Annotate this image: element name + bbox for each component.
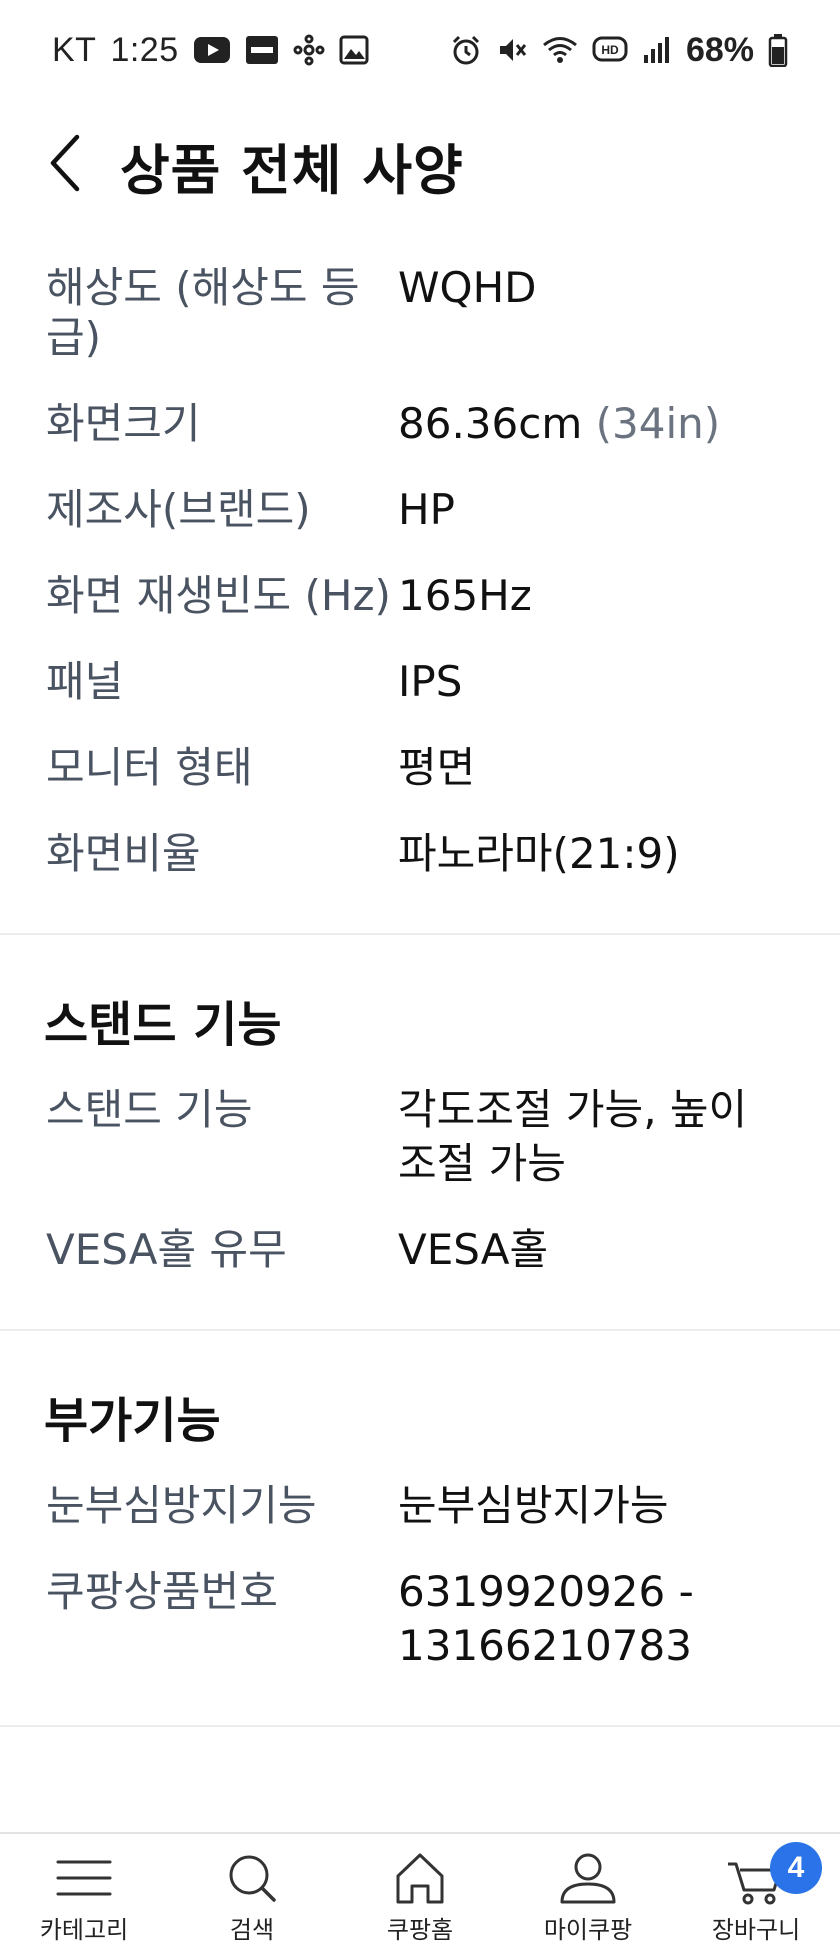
mute-icon: [496, 34, 528, 66]
spec-label: 눈부심방지기능: [46, 1481, 317, 1530]
spec-list[interactable]: 해상도 (해상도 등급) WQHD 화면크기 86.36cm (34in) 제조…: [0, 225, 840, 1727]
bottom-nav: 카테고리 검색 쿠팡홈 마이쿠팡 장바구니 4: [0, 1832, 840, 1960]
spec-value: 눈부심방지가능: [398, 1463, 794, 1549]
clock: 1:25: [110, 30, 179, 69]
wifi-icon: [542, 35, 578, 65]
nav-label: 카테고리: [39, 1915, 129, 1944]
spec-value: 평면: [398, 725, 794, 811]
spec-value: 165Hz: [398, 553, 794, 639]
spec-row: 모니터 형태 평면: [0, 725, 840, 811]
network-hub-icon: [293, 34, 325, 66]
spec-value: WQHD: [398, 245, 794, 381]
spec-value: 파노라마(21:9): [398, 811, 794, 897]
chevron-left-icon: [45, 133, 85, 197]
spec-row: 해상도 (해상도 등급) WQHD: [0, 245, 840, 381]
back-button[interactable]: [20, 110, 110, 220]
spec-row: 스탠드 기능 각도조절 가능, 높이 조절 가능: [0, 1067, 840, 1207]
cart-count-badge: 4: [770, 1841, 822, 1894]
section-title: 부가기능: [44, 1393, 221, 1449]
spec-label: 화면비율: [46, 829, 201, 878]
status-bar-right: HD 68%: [450, 31, 788, 70]
spec-section-general: 해상도 (해상도 등급) WQHD 화면크기 86.36cm (34in) 제조…: [0, 225, 840, 935]
spec-label: 패널: [46, 657, 124, 706]
spec-value-text: 86.36cm: [398, 399, 583, 448]
battery-percent: 68%: [685, 30, 754, 69]
spec-value: HP: [398, 467, 794, 553]
gallery-icon: [339, 35, 369, 65]
status-bar-left: KT 1:25: [52, 31, 369, 70]
nav-label: 쿠팡홈: [386, 1915, 454, 1944]
spec-label: 제조사(브랜드): [46, 485, 311, 534]
nav-item-search[interactable]: 검색: [168, 1850, 336, 1945]
spec-row: 화면 재생빈도 (Hz) 165Hz: [0, 553, 840, 639]
spec-row: 화면비율 파노라마(21:9): [0, 811, 840, 897]
spec-row: VESA홀 유무 VESA홀: [0, 1207, 840, 1293]
nav-label: 검색: [229, 1915, 275, 1944]
carrier-label: KT: [52, 30, 97, 69]
search-icon: [220, 1850, 284, 1906]
svg-text:HD: HD: [601, 43, 619, 57]
spec-row: 패널 IPS: [0, 639, 840, 725]
spec-row: 눈부심방지기능 눈부심방지가능: [0, 1463, 840, 1549]
menu-icon: [52, 1850, 116, 1906]
app-header: 상품 전체 사양: [0, 110, 840, 220]
spec-value-text: 각도조절 가능, 높이 조절 가능: [398, 1085, 748, 1188]
hd-voice-icon: HD: [592, 35, 628, 65]
alarm-icon: [450, 34, 482, 66]
nav-item-cart[interactable]: 장바구니 4: [672, 1841, 840, 1945]
signal-icon: [642, 35, 672, 65]
spec-label: 쿠팡상품번호: [46, 1567, 278, 1616]
home-icon: [388, 1850, 452, 1906]
spec-value-text: 6319920926 - 13166210783: [398, 1567, 694, 1670]
spec-label: VESA홀 유무: [46, 1225, 287, 1274]
spec-section-stand: 스탠드 기능 스탠드 기능 각도조절 가능, 높이 조절 가능 VESA홀 유무…: [0, 935, 840, 1331]
spec-value: 86.36cm (34in): [398, 381, 794, 467]
user-icon: [556, 1850, 620, 1906]
page-title: 상품 전체 사양: [120, 138, 464, 202]
spec-value-text: 파노라마(21:9): [398, 829, 680, 878]
nav-item-category[interactable]: 카테고리: [0, 1850, 168, 1945]
spec-label: 스탠드 기능: [46, 1085, 253, 1134]
spec-value-text: WQHD: [398, 263, 537, 312]
nav-item-home[interactable]: 쿠팡홈: [336, 1850, 504, 1945]
status-bar: KT 1:25 HD 68%: [0, 0, 840, 100]
spec-value-text: 눈부심방지가능: [398, 1481, 669, 1530]
nav-label: 장바구니: [711, 1915, 801, 1944]
spec-value-text: IPS: [398, 657, 463, 706]
spec-row: 화면크기 86.36cm (34in): [0, 381, 840, 467]
battery-icon: [768, 33, 788, 67]
spec-value-inch: (34in): [595, 399, 721, 448]
spec-label: 모니터 형태: [46, 743, 253, 792]
youtube-icon: [193, 36, 231, 64]
nav-label: 마이쿠팡: [543, 1915, 633, 1944]
spec-row: 제조사(브랜드) HP: [0, 467, 840, 553]
spec-section-extra: 부가기능 눈부심방지기능 눈부심방지가능 쿠팡상품번호 6319920926 -…: [0, 1331, 840, 1727]
spec-label: 화면크기: [46, 399, 201, 448]
spec-value: IPS: [398, 639, 794, 725]
pass-app-icon: [245, 35, 279, 65]
spec-value: 6319920926 - 13166210783: [398, 1549, 794, 1689]
spec-value-text: 165Hz: [398, 571, 532, 620]
spec-value-text: 평면: [398, 743, 476, 792]
spec-row: 쿠팡상품번호 6319920926 - 13166210783: [0, 1549, 840, 1689]
nav-item-my-coupang[interactable]: 마이쿠팡: [504, 1850, 672, 1945]
spec-label: 해상도 (해상도 등급): [46, 263, 360, 362]
spec-value: 각도조절 가능, 높이 조절 가능: [398, 1067, 794, 1207]
spec-value-text: HP: [398, 485, 455, 534]
section-title: 스탠드 기능: [44, 997, 282, 1053]
spec-value-text: VESA홀: [398, 1225, 549, 1274]
spec-label: 화면 재생빈도 (Hz): [46, 571, 391, 620]
spec-value: VESA홀: [398, 1207, 794, 1293]
